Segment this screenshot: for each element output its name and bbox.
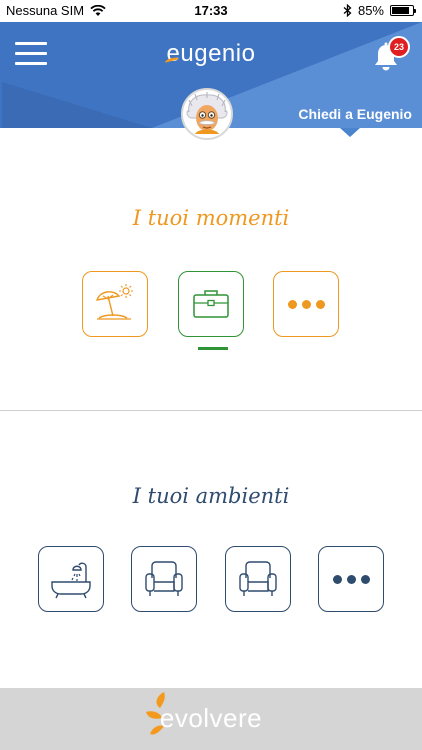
app-screen: Nessuna SIM 17:33 85% eugenio 23 Chiedi … (0, 0, 422, 750)
briefcase-icon (193, 290, 229, 318)
section-divider (0, 410, 422, 411)
battery-icon (390, 5, 416, 16)
notifications-button[interactable]: 23 (372, 36, 410, 72)
status-bar: Nessuna SIM 17:33 85% (0, 0, 422, 22)
bathtub-icon (51, 562, 91, 599)
battery-percent: 85% (357, 3, 384, 18)
eugenio-logo: eugenio (0, 40, 422, 68)
beach-umbrella-icon (95, 284, 133, 320)
more-dots-icon (332, 574, 370, 584)
dot (346, 574, 356, 584)
moment-tile-more[interactable] (273, 271, 339, 337)
dot (301, 299, 311, 309)
dot (315, 299, 325, 309)
environment-tile-more[interactable] (318, 546, 384, 612)
battery-fill (392, 7, 409, 14)
moments-title: I tuoi momenti (132, 206, 290, 230)
ask-eugenio-tab[interactable]: Chiedi a Eugenio (298, 106, 412, 122)
status-right: 85% (343, 3, 416, 18)
logo-text: eugenio (166, 40, 256, 67)
moment-tile-work[interactable] (178, 271, 244, 337)
notification-badge: 23 (388, 36, 410, 58)
bluetooth-icon (343, 4, 352, 17)
eugenio-avatar[interactable] (181, 88, 233, 140)
evolvere-logo: evolvere (159, 703, 263, 733)
environment-tile-bathroom[interactable] (38, 546, 104, 612)
environments-title: I tuoi ambienti (132, 484, 290, 508)
environment-tile-living-room[interactable] (131, 546, 197, 612)
dot (332, 574, 342, 584)
more-dots-icon (287, 299, 325, 309)
moment-tile-holiday[interactable] (82, 271, 148, 337)
footer-bar: evolvere (0, 688, 422, 750)
einstein-face-icon (186, 92, 228, 134)
dot (360, 574, 370, 584)
active-moment-indicator (198, 347, 228, 350)
armchair-icon (145, 561, 183, 596)
dot (287, 299, 297, 309)
environment-tile-bedroom[interactable] (225, 546, 291, 612)
ask-tab-pointer (340, 128, 360, 137)
armchair-icon (239, 561, 277, 596)
